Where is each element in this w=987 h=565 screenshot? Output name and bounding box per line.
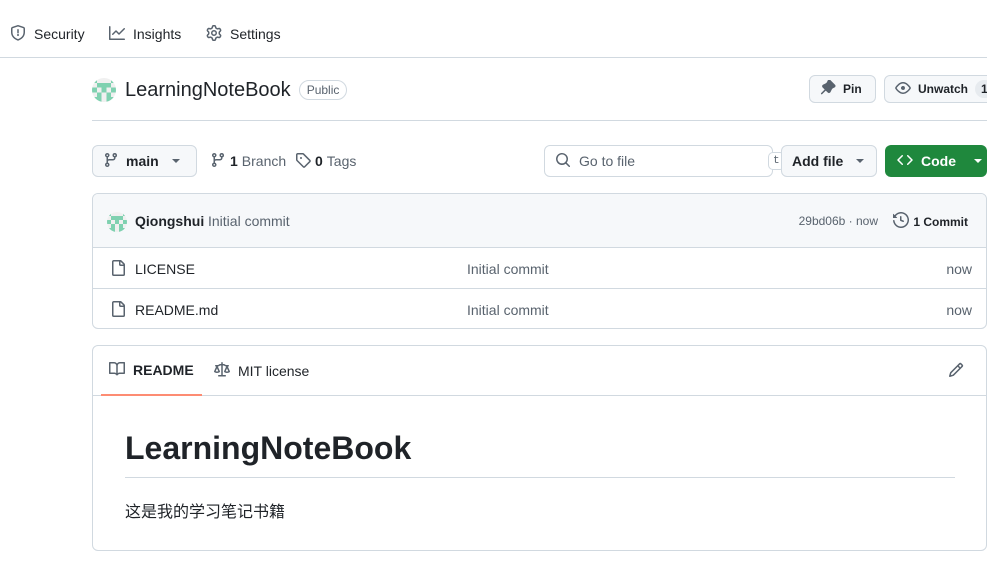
file-commit-message[interactable]: Initial commit [467, 261, 549, 277]
nav-security[interactable]: Security [10, 22, 85, 46]
branch-count: 1 [230, 153, 238, 169]
pin-button[interactable]: Pin [809, 75, 876, 103]
repo-title: LearningNoteBook Public [92, 76, 348, 104]
code-button[interactable]: Code [885, 145, 987, 177]
chevron-down-icon [171, 159, 180, 163]
branches-link[interactable]: 1 Branch [210, 151, 286, 171]
readme-body: 这是我的学习笔记书籍 [125, 502, 286, 521]
eye-icon [895, 80, 911, 99]
tag-icon [295, 152, 311, 171]
book-icon [109, 361, 126, 380]
nav-settings-label: Settings [230, 26, 281, 42]
file-commit-message[interactable]: Initial commit [467, 302, 549, 318]
tab-readme-label: README [133, 362, 194, 378]
search-icon [555, 152, 571, 171]
author-avatar[interactable] [107, 212, 127, 232]
branch-count-label: Branch [241, 153, 287, 169]
file-row[interactable]: LICENSE Initial commit now [93, 248, 986, 289]
branch-selector[interactable]: main [92, 145, 197, 177]
commit-message[interactable]: Initial commit [208, 213, 290, 229]
git-branch-icon [103, 152, 119, 171]
law-icon [214, 361, 230, 381]
commits-link[interactable]: 1 Commit [893, 211, 968, 231]
file-icon [110, 260, 126, 276]
tab-license-label: MIT license [238, 363, 310, 379]
file-list: Qiongshui Initial commit 29bd06b · now 1… [92, 193, 987, 329]
graph-icon [109, 25, 125, 44]
owner-avatar[interactable] [92, 78, 116, 102]
chevron-down-icon [856, 159, 865, 163]
tab-license[interactable]: MIT license [206, 346, 317, 396]
header-divider [92, 120, 987, 121]
go-to-file-search: t [544, 145, 785, 177]
chevron-down-icon [974, 159, 982, 163]
tag-count-label: Tags [326, 153, 357, 169]
repo-name[interactable]: LearningNoteBook [125, 79, 291, 102]
file-time: now [946, 261, 972, 277]
code-label: Code [921, 153, 956, 169]
file-name[interactable]: README.md [135, 302, 218, 318]
unwatch-label: Unwatch [918, 82, 969, 96]
code-icon [897, 152, 913, 171]
tab-readme[interactable]: README [101, 346, 202, 396]
watch-count: 1 [975, 80, 987, 98]
visibility-badge: Public [298, 80, 348, 100]
branch-name: main [126, 153, 159, 169]
file-icon [110, 301, 126, 317]
add-file-button[interactable]: Add file [781, 145, 877, 177]
file-time: now [946, 302, 972, 318]
git-branch-icon [210, 152, 226, 171]
edit-readme-button[interactable] [948, 362, 966, 380]
search-input[interactable] [579, 153, 760, 169]
repo-nav: Security Insights Settings [0, 0, 987, 58]
latest-commit-bar: Qiongshui Initial commit 29bd06b · now 1… [93, 194, 986, 248]
file-row[interactable]: README.md Initial commit now [93, 289, 986, 328]
file-name[interactable]: LICENSE [135, 261, 195, 277]
history-icon [893, 211, 910, 231]
tag-count: 0 [315, 153, 323, 169]
nav-insights-label: Insights [133, 26, 182, 42]
unwatch-button[interactable]: Unwatch 1 [884, 75, 987, 103]
commit-count-label: 1 Commit [913, 214, 968, 229]
add-file-label: Add file [792, 153, 844, 169]
shield-icon [10, 24, 26, 44]
commit-author[interactable]: Qiongshui [135, 213, 204, 229]
pencil-icon [948, 362, 964, 381]
nav-security-label: Security [34, 26, 85, 42]
nav-settings[interactable]: Settings [206, 22, 281, 46]
nav-insights[interactable]: Insights [109, 22, 181, 46]
gear-icon [206, 24, 222, 44]
tags-link[interactable]: 0 Tags [295, 151, 356, 171]
readme-divider [125, 477, 955, 478]
pin-label: Pin [843, 82, 862, 96]
readme-heading: LearningNoteBook [125, 430, 412, 466]
commit-hash-time[interactable]: 29bd06b · now [799, 214, 878, 228]
pin-icon [820, 79, 836, 99]
readme-panel: README MIT license LearningNoteBook 这是我的… [92, 345, 987, 551]
readme-tabs: README MIT license [93, 346, 986, 396]
